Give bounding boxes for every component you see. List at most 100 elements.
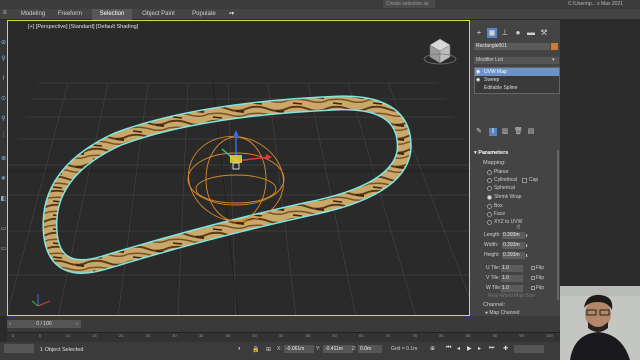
- object-color-swatch[interactable]: [551, 43, 558, 50]
- tab-object-paint[interactable]: Object Paint: [137, 9, 180, 20]
- cap-checkbox[interactable]: [522, 178, 527, 183]
- display-icon[interactable]: ◧: [0, 196, 7, 202]
- timeline-tick-label: 45: [252, 333, 257, 338]
- webcam-overlay: [560, 286, 640, 360]
- eye-icon[interactable]: ◉: [476, 76, 481, 84]
- viewcube-icon[interactable]: [423, 38, 457, 65]
- modifier-list-dropdown[interactable]: Modifier List: [474, 57, 559, 64]
- display-tab-icon[interactable]: ▬: [526, 28, 536, 38]
- transform-gizmo[interactable]: [221, 130, 272, 170]
- freeze-icon[interactable]: ❄: [0, 176, 7, 182]
- link-icon[interactable]: ⊘: [0, 40, 7, 46]
- make-unique-icon[interactable]: ▥: [501, 128, 509, 136]
- timeline-tick-label: 90: [492, 333, 498, 338]
- command-panel-scrollbar[interactable]: [557, 150, 559, 300]
- time-slider[interactable]: 0 / 100: [7, 320, 81, 328]
- configure-sets-icon[interactable]: ▤: [527, 128, 535, 136]
- left-toolbar: [0, 20, 7, 316]
- key-mode-icon[interactable]: ✚: [503, 345, 508, 352]
- height-field[interactable]: 0.393m: [502, 252, 525, 259]
- pin-stack-icon[interactable]: ✎: [475, 128, 483, 136]
- previous-frame-icon[interactable]: ◂: [457, 345, 460, 352]
- motion-tab-icon[interactable]: ●: [513, 28, 523, 38]
- width-field[interactable]: 0.393m: [502, 242, 525, 249]
- chevron-down-icon[interactable]: ▾: [552, 57, 555, 63]
- tab-freeform[interactable]: Freeform: [53, 9, 87, 20]
- lock-selection-icon[interactable]: 🔒: [252, 346, 259, 353]
- timeline-ruler[interactable]: [7, 332, 560, 342]
- lock-icon[interactable]: ▭: [0, 226, 7, 232]
- next-frame-icon[interactable]: ▸: [478, 345, 481, 352]
- play-icon[interactable]: ▶: [467, 345, 472, 352]
- go-to-end-icon[interactable]: ⏭: [489, 345, 494, 352]
- timeline-tick-label: 95: [519, 333, 524, 338]
- chevron-right-icon[interactable]: ›: [76, 321, 78, 327]
- tab-populate[interactable]: Populate: [188, 9, 220, 20]
- perspective-viewport[interactable]: [7, 20, 470, 316]
- v-tile-field[interactable]: 1.0: [501, 275, 523, 282]
- tab-modeling[interactable]: Modeling: [14, 9, 52, 20]
- radio-planar[interactable]: [487, 170, 492, 175]
- radio-cylindrical[interactable]: [487, 178, 492, 183]
- ribbon-options-icon[interactable]: ▪▾: [229, 10, 234, 17]
- x-coord-field[interactable]: -0.061m: [284, 345, 314, 353]
- parameters-title: Parameters: [478, 150, 509, 156]
- hierarchy-icon[interactable]: ⋮: [0, 132, 7, 138]
- radio-xyz-to-uvw[interactable]: [487, 220, 492, 225]
- menu-toggle-icon[interactable]: ≡: [3, 10, 7, 16]
- stack-item-uvw-map[interactable]: UVW Map: [475, 68, 559, 76]
- timeline-tick-label: 80: [439, 333, 444, 338]
- layer-icon[interactable]: ≣: [0, 156, 7, 162]
- radio-shrink-wrap[interactable]: [487, 195, 492, 200]
- stack-item-sweep[interactable]: Sweep: [475, 76, 559, 84]
- axis-tripod-icon: [31, 294, 51, 307]
- bind-icon[interactable]: ⌇: [0, 76, 7, 82]
- absolute-mode-icon[interactable]: ⊞: [266, 346, 271, 353]
- w-flip-checkbox[interactable]: [531, 286, 535, 290]
- search-input[interactable]: Create selection se: [383, 0, 435, 8]
- pivot-icon[interactable]: ⊙: [0, 96, 7, 102]
- add-time-tag-icon[interactable]: ⊕: [430, 345, 435, 352]
- hierarchy-tab-icon[interactable]: ⊥: [500, 28, 510, 38]
- create-tab-icon[interactable]: +: [474, 28, 484, 38]
- spinner-icon[interactable]: ⬍: [525, 232, 528, 239]
- filter-icon[interactable]: ⚲: [0, 116, 7, 122]
- pin-icon[interactable]: ⚲: [0, 56, 7, 62]
- radio-spherical[interactable]: [487, 186, 492, 191]
- timeline-tick-label: 70: [385, 333, 391, 338]
- object-name-field[interactable]: Rectangle001: [474, 43, 550, 50]
- radio-face[interactable]: [487, 212, 492, 217]
- x-coord-label: X:: [277, 346, 282, 352]
- radio-label-planar: Planar: [494, 169, 509, 175]
- modify-tab-icon[interactable]: ◼: [487, 28, 497, 38]
- z-coord-field[interactable]: 0.0m: [358, 345, 382, 353]
- v-flip-checkbox[interactable]: [531, 276, 535, 280]
- track-object[interactable]: [42, 95, 412, 274]
- frame-field[interactable]: [514, 345, 544, 353]
- u-tile-field[interactable]: 1.0: [501, 265, 523, 272]
- length-field[interactable]: 0.393m: [502, 232, 525, 239]
- u-flip-checkbox[interactable]: [531, 266, 535, 270]
- scene-icon[interactable]: ▭: [0, 246, 7, 252]
- spinner-icon[interactable]: ⬍: [525, 252, 528, 259]
- stack-item-editable-spline[interactable]: Editable Spline: [475, 84, 559, 92]
- title-path: C:\Users\p... s Max 2021: [568, 1, 624, 7]
- maxscript-listener-icon[interactable]: [4, 344, 34, 353]
- timeline-tick-label: 20: [118, 333, 124, 338]
- parameters-rollout-header[interactable]: ▾ Parameters: [474, 150, 508, 156]
- viewport-label[interactable]: [+] [Perspective] [Standard] [Default Sh…: [28, 24, 138, 30]
- timeline-tick-label: 0: [12, 333, 15, 338]
- spinner-icon[interactable]: ⬍: [525, 242, 528, 249]
- radio-box[interactable]: [487, 204, 492, 209]
- tab-selection[interactable]: Selection: [92, 9, 132, 20]
- show-end-result-icon[interactable]: Ⅰ: [489, 128, 497, 136]
- isolate-icon[interactable]: ◐: [238, 346, 242, 352]
- eye-icon[interactable]: ◉: [476, 68, 481, 76]
- utilities-tab-icon[interactable]: ⚒: [539, 28, 549, 38]
- remove-modifier-icon[interactable]: 🗑: [514, 128, 523, 136]
- go-to-start-icon[interactable]: ⏮: [446, 345, 451, 352]
- real-world-map-size-checkbox[interactable]: Real-World Map Size: [488, 293, 535, 299]
- y-coord-field[interactable]: -0.411m: [323, 345, 353, 353]
- chevron-left-icon[interactable]: ‹: [9, 321, 11, 327]
- w-tile-field[interactable]: 1.0: [501, 285, 523, 292]
